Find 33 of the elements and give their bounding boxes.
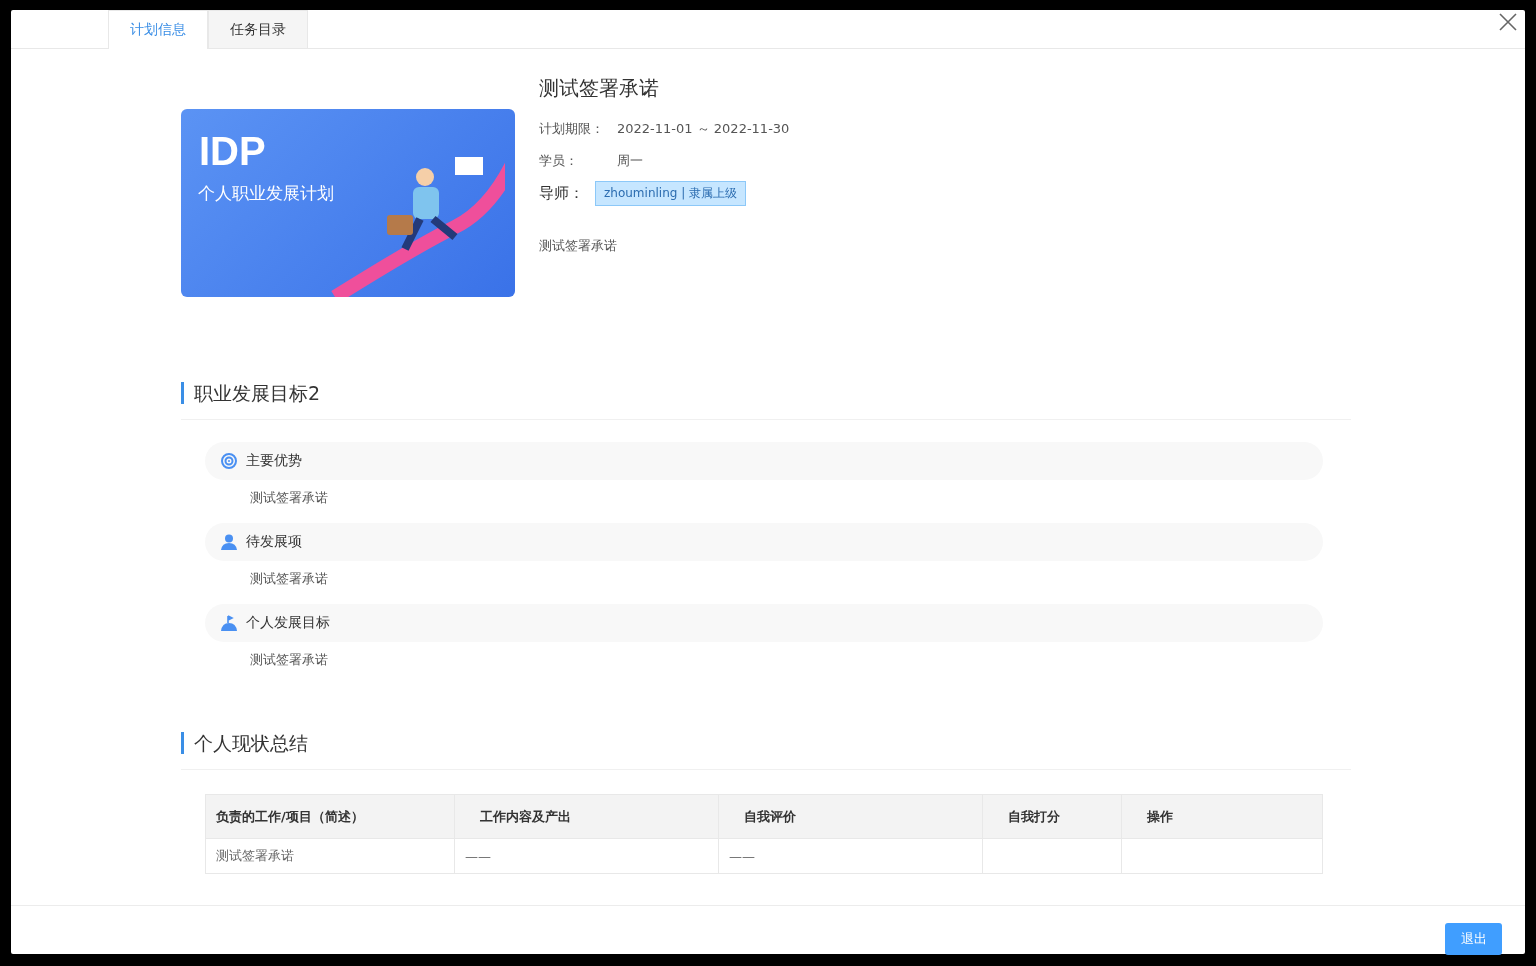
item-label: 个人发展目标 <box>246 614 330 632</box>
item-label: 主要优势 <box>246 452 302 470</box>
table-cell: —— <box>729 848 755 864</box>
column-header: 操作 <box>1121 794 1323 839</box>
item-label: 待发展项 <box>246 533 302 551</box>
column-header: 负责的工作/项目（简述） <box>205 794 455 839</box>
banner-subtitle: 个人职业发展计划 <box>198 182 334 205</box>
section-title: 个人现状总结 <box>181 732 308 754</box>
plan-description: 测试签署承诺 <box>539 237 618 255</box>
mentor-tag: zhouminling | 隶属上级 <box>595 180 747 206</box>
period-label: 计划期限： <box>539 120 605 138</box>
student-value: 周一 <box>617 152 643 170</box>
close-icon[interactable] <box>1499 13 1517 31</box>
column-header: 自我打分 <box>982 794 1122 839</box>
item-content: 测试签署承诺 <box>249 489 329 507</box>
table-cell: 测试签署承诺 <box>216 848 294 863</box>
column-header: 工作内容及产出 <box>454 794 719 839</box>
item-content: 测试签署承诺 <box>249 570 329 588</box>
flag-person-icon <box>221 615 237 631</box>
item-content: 测试签署承诺 <box>249 651 329 669</box>
tab[interactable]: 计划信息 <box>108 10 208 49</box>
table-cell: —— <box>465 848 491 864</box>
banner-title: IDP <box>199 129 266 174</box>
mentor-label: 导师： <box>539 183 585 203</box>
plan-title: 测试签署承诺 <box>539 75 660 102</box>
period-value: 2022-11-01 ～ 2022-11-30 <box>617 120 790 138</box>
section-title: 职业发展目标2 <box>181 382 321 404</box>
student-label: 学员： <box>539 152 579 170</box>
tab[interactable]: 任务目录 <box>208 10 308 48</box>
column-header: 自我评价 <box>718 794 983 839</box>
exit-button[interactable]: 退出 <box>1445 923 1502 955</box>
target-icon <box>221 453 237 469</box>
person-icon <box>221 534 237 550</box>
